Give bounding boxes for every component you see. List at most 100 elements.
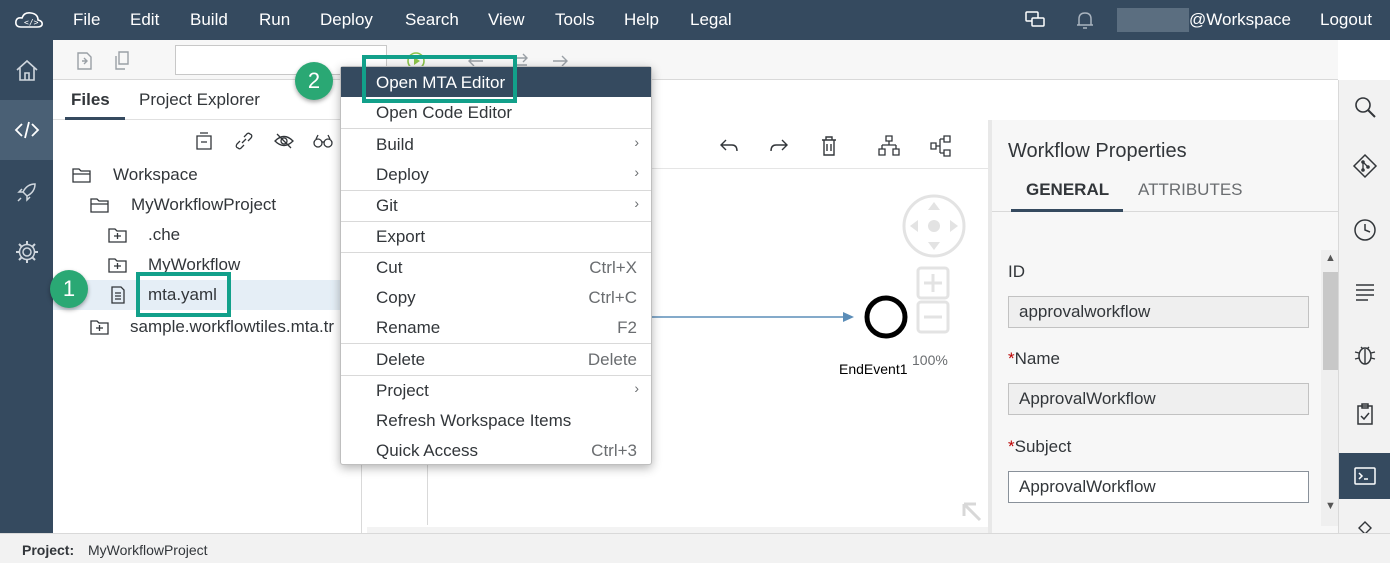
chevron-right-icon: ›: [634, 195, 639, 211]
logout-button[interactable]: Logout: [1320, 10, 1372, 30]
main-toolbar: [53, 40, 1338, 80]
subject-label: *Subject: [1008, 437, 1071, 457]
history-panel-button[interactable]: [1339, 208, 1390, 252]
link-icon[interactable]: [233, 130, 255, 152]
debugger-panel-button[interactable]: [1339, 332, 1390, 376]
subject-label-text: Subject: [1014, 437, 1072, 456]
folder-closed-icon: [108, 258, 127, 273]
menu-rename[interactable]: Rename F2: [341, 312, 651, 342]
tab-project-explorer[interactable]: Project Explorer: [139, 90, 260, 110]
home-button[interactable]: [0, 40, 53, 100]
name-label-text: Name: [1014, 349, 1060, 368]
chevron-right-icon: ›: [634, 134, 639, 150]
menu-help[interactable]: Help: [624, 10, 659, 30]
git-panel-button[interactable]: [1339, 144, 1390, 188]
menu-item-label: Git: [376, 196, 398, 215]
search-icon: [1355, 97, 1376, 118]
folder-closed-icon: [108, 228, 127, 243]
tree-item-che[interactable]: .che: [53, 220, 362, 250]
pan-center-icon: [928, 220, 940, 232]
status-bar: Project: MyWorkflowProject: [0, 533, 1390, 563]
menu-build[interactable]: Build ›: [341, 129, 651, 159]
menu-file[interactable]: File: [73, 10, 100, 30]
status-project-value: MyWorkflowProject: [88, 542, 208, 558]
chevron-right-icon: ›: [634, 164, 639, 180]
tree-item-myworkflowproject[interactable]: MyWorkflowProject: [53, 190, 362, 220]
tab-attributes[interactable]: ATTRIBUTES: [1138, 180, 1243, 200]
outline-panel-button[interactable]: [1339, 270, 1390, 314]
user-avatar-redacted: [1117, 8, 1189, 32]
menu-refresh-workspace-items[interactable]: Refresh Workspace Items: [341, 405, 651, 435]
deploy-button[interactable]: [0, 162, 53, 222]
new-file-icon[interactable]: [73, 50, 95, 72]
feedback-icon[interactable]: [1024, 9, 1046, 31]
copy-file-icon[interactable]: [111, 50, 133, 72]
menu-view[interactable]: View: [488, 10, 525, 30]
scroll-down-icon[interactable]: ▼: [1325, 500, 1336, 512]
scroll-up-icon[interactable]: ▲: [1325, 252, 1336, 264]
document-icon: [111, 286, 125, 304]
collapse-all-icon[interactable]: [193, 130, 215, 152]
menu-item-label: Open Code Editor: [376, 103, 513, 122]
menu-item-label: Deploy: [376, 165, 429, 184]
expand-icon[interactable]: [962, 502, 982, 522]
menu-tools[interactable]: Tools: [555, 10, 595, 30]
name-label: *Name: [1008, 349, 1060, 369]
development-button[interactable]: [0, 100, 53, 160]
search-panel-button[interactable]: [1339, 85, 1390, 129]
menu-edit[interactable]: Edit: [130, 10, 159, 30]
menu-delete[interactable]: Delete Delete: [341, 344, 651, 374]
tasks-panel-button[interactable]: [1339, 392, 1390, 436]
menu-copy[interactable]: Copy Ctrl+C: [341, 282, 651, 312]
subject-field[interactable]: ApprovalWorkflow: [1008, 471, 1309, 503]
menu-deploy[interactable]: Deploy ›: [341, 159, 651, 189]
end-event-label: EndEvent1: [839, 361, 908, 377]
required-marker: *: [1008, 349, 1015, 368]
workflow-properties-panel: Workflow Properties GENERAL ATTRIBUTES I…: [988, 120, 1338, 533]
properties-tabs: GENERAL ATTRIBUTES: [992, 170, 1338, 212]
menu-run[interactable]: Run: [259, 10, 290, 30]
menu-item-label: Quick Access: [376, 441, 479, 460]
properties-scrollbar-thumb[interactable]: [1323, 272, 1338, 370]
hide-icon[interactable]: [273, 130, 295, 152]
menu-search[interactable]: Search: [405, 10, 459, 30]
tree-item-label: Workspace: [113, 165, 198, 184]
clock-icon: [1354, 219, 1376, 241]
name-field[interactable]: ApprovalWorkflow: [1008, 383, 1309, 415]
tab-files[interactable]: Files: [71, 90, 110, 110]
folder-open-icon: [72, 168, 91, 183]
console-panel-button[interactable]: [1339, 453, 1390, 499]
tree-item-label: MyWorkflowProject: [131, 195, 277, 214]
binoculars-icon[interactable]: [312, 130, 334, 152]
sequence-flow-arrowhead: [843, 312, 854, 322]
bell-icon[interactable]: [1074, 9, 1096, 31]
tab-general[interactable]: GENERAL: [1026, 180, 1109, 200]
menu-item-label: Refresh Workspace Items: [376, 411, 572, 430]
tree-item-label: sample.workflowtiles.mta.tr: [130, 317, 335, 336]
folder-closed-icon: [90, 320, 109, 335]
menu-deploy[interactable]: Deploy: [320, 10, 373, 30]
menu-quick-access[interactable]: Quick Access Ctrl+3: [341, 435, 651, 465]
more-panels-icon[interactable]: [1356, 520, 1374, 533]
menu-shortcut: Ctrl+X: [589, 258, 637, 277]
menu-build[interactable]: Build: [190, 10, 228, 30]
tree-item-workspace[interactable]: Workspace: [53, 160, 362, 190]
end-event-circle[interactable]: [864, 295, 908, 339]
workspace-user[interactable]: @Workspace: [1189, 10, 1291, 30]
menu-item-label: Rename: [376, 318, 441, 337]
menu-bar: </> File Edit Build Run Deploy Search Vi…: [0, 0, 1390, 40]
menu-project[interactable]: Project ›: [341, 375, 651, 405]
cloud-code-logo-icon[interactable]: </>: [14, 10, 44, 30]
console-icon: [1354, 467, 1376, 485]
menu-item-label: Copy: [376, 288, 416, 307]
settings-button[interactable]: [0, 222, 53, 282]
properties-title: Workflow Properties: [1008, 140, 1187, 162]
zoom-level: 100%: [912, 352, 948, 368]
status-project-label: Project:: [22, 542, 75, 558]
menu-cut[interactable]: Cut Ctrl+X: [341, 252, 651, 282]
context-menu: Open MTA Editor Open Code Editor Build ›…: [340, 66, 652, 465]
menu-git[interactable]: Git ›: [341, 190, 651, 220]
menu-export[interactable]: Export: [341, 221, 651, 251]
tree-item-label: .che: [148, 225, 181, 244]
menu-legal[interactable]: Legal: [690, 10, 732, 30]
